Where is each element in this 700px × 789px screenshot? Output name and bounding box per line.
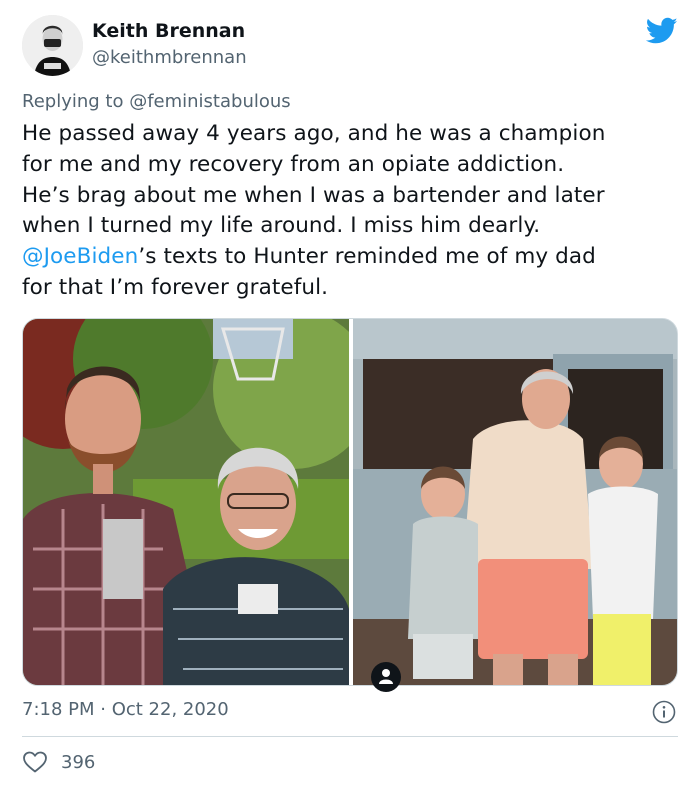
- tagged-people-badge[interactable]: [371, 662, 401, 692]
- author-display-name[interactable]: Keith Brennan: [92, 20, 245, 42]
- tweet-text-line: @JoeBiden’s texts to Hunter reminded me …: [22, 242, 682, 273]
- timestamp-date: Oct 22, 2020: [111, 699, 229, 720]
- person-icon: [379, 669, 393, 684]
- divider: [22, 736, 678, 737]
- tweet-text-fragment: ’s texts to Hunter reminded me of my dad: [138, 244, 596, 270]
- tweet-text-line: for me and my recovery from an opiate ad…: [22, 151, 565, 177]
- like-count: 396: [61, 751, 96, 773]
- replying-prefix: Replying to: [22, 91, 130, 112]
- photo-right-image: [353, 319, 677, 685]
- tweet-text-line: He passed away 4 years ago, and he was a…: [22, 121, 606, 146]
- tweet-card: Keith Brennan @keithmbrennan Replying to…: [0, 0, 700, 789]
- mention-joebiden-link[interactable]: @JoeBiden: [22, 244, 138, 269]
- media-photo-right[interactable]: [353, 319, 677, 685]
- tweet-text: He passed away 4 years ago, and he was a…: [22, 119, 682, 304]
- like-action[interactable]: 396: [22, 748, 95, 776]
- info-icon[interactable]: [652, 700, 676, 724]
- media-photo-left[interactable]: [23, 319, 349, 685]
- reply-mention-link[interactable]: @feministabulous: [129, 91, 290, 112]
- tweet-text-line: He’s brag about me when I was a bartende…: [22, 182, 605, 208]
- tweet-text-line: when I turned my life around. I miss him…: [22, 213, 541, 239]
- twitter-bird-icon[interactable]: [646, 17, 678, 45]
- timestamp-time: 7:18 PM: [22, 699, 95, 720]
- avatar-photo: [22, 15, 83, 76]
- tweet-text-line: for that I’m forever grateful.: [22, 274, 329, 300]
- tweet-media: [22, 318, 678, 686]
- photo-left-image: [23, 319, 349, 685]
- replying-to: Replying to @feministabulous: [22, 91, 291, 112]
- timestamp-separator: ·: [94, 699, 112, 720]
- heart-icon[interactable]: [22, 750, 48, 774]
- tweet-timestamp[interactable]: 7:18 PM · Oct 22, 2020: [22, 699, 229, 720]
- author-handle[interactable]: @keithmbrennan: [92, 47, 247, 68]
- author-avatar[interactable]: [22, 15, 83, 76]
